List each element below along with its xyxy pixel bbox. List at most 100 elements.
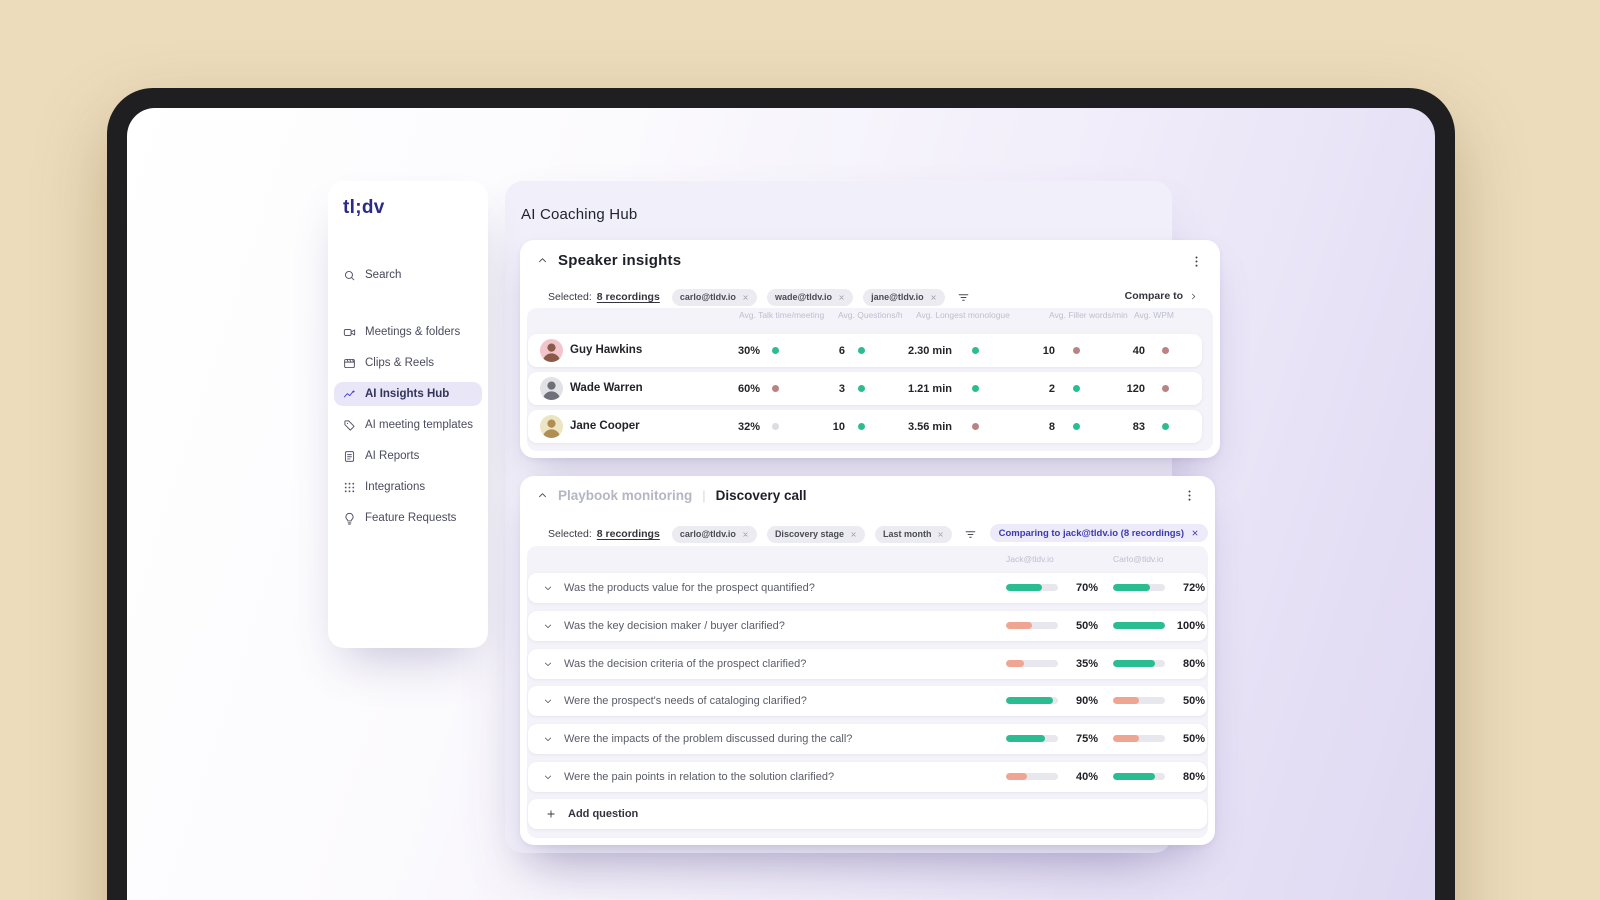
sidebar-item-feature-requests[interactable]: Feature Requests bbox=[334, 506, 482, 530]
sidebar-nav: Meetings & folders Clips & Reels AI Insigh… bbox=[334, 320, 482, 530]
sidebar-item-ai-meeting-templates[interactable]: AI meeting templates bbox=[334, 413, 482, 437]
metric-value: 30% bbox=[737, 344, 760, 357]
filter-icon[interactable] bbox=[957, 291, 970, 304]
chip-label: carlo@tldv.io bbox=[679, 292, 736, 302]
progress-percent: 50% bbox=[1182, 695, 1205, 707]
metric-value: 2.30 min bbox=[907, 344, 952, 357]
filter-chip-carlo-tldv-io[interactable]: carlo@tldv.io bbox=[671, 288, 757, 306]
filter-chip-wade-tldv-io[interactable]: wade@tldv.io bbox=[766, 288, 854, 306]
sidebar-item-meetings-folders[interactable]: Meetings & folders bbox=[334, 320, 482, 344]
playbook-question-row[interactable]: Were the pain points in relation to the … bbox=[528, 762, 1207, 792]
sidebar-item-label: Integrations bbox=[365, 481, 426, 493]
sidebar-item-ai-insights-hub[interactable]: AI Insights Hub bbox=[334, 382, 482, 406]
metric-value: 1.21 min bbox=[907, 382, 952, 395]
playbook-filter-chips: carlo@tldv.io Discovery stage Last month bbox=[671, 525, 953, 543]
selected-label: Selected: bbox=[548, 528, 592, 540]
kebab-menu-icon[interactable] bbox=[1182, 488, 1197, 503]
clapperboard-icon bbox=[343, 357, 356, 370]
progress-percent: 80% bbox=[1182, 771, 1205, 783]
search-button[interactable]: Search bbox=[334, 263, 482, 287]
speaker-name: Wade Warren bbox=[570, 382, 643, 394]
chip-label: Last month bbox=[882, 529, 932, 539]
filter-chip-last-month[interactable]: Last month bbox=[874, 525, 953, 543]
progress-track bbox=[1006, 773, 1058, 780]
metric-value: 120 bbox=[1126, 382, 1145, 395]
progress-track bbox=[1113, 773, 1165, 780]
speaker-name: Guy Hawkins bbox=[570, 344, 643, 356]
playbook-question-row[interactable]: Were the impacts of the problem discusse… bbox=[528, 724, 1207, 754]
close-icon[interactable] bbox=[742, 531, 749, 538]
selected-count-link[interactable]: 8 recordings bbox=[597, 291, 660, 303]
filter-chip-discovery-stage[interactable]: Discovery stage bbox=[766, 525, 865, 543]
metric-value: 3.56 min bbox=[907, 420, 952, 433]
metric-value: 6 bbox=[838, 344, 845, 357]
template-tag-icon bbox=[343, 419, 356, 432]
progress-percent: 50% bbox=[1182, 733, 1205, 745]
progress-track bbox=[1113, 584, 1165, 591]
compare-to-button[interactable]: Compare to bbox=[1125, 290, 1198, 302]
playbook-question-row[interactable]: Was the decision criteria of the prospec… bbox=[528, 649, 1207, 679]
close-icon[interactable] bbox=[1191, 529, 1199, 537]
sidebar-item-clips-reels[interactable]: Clips & Reels bbox=[334, 351, 482, 375]
playbook-question-row[interactable]: Were the prospect's needs of cataloging … bbox=[528, 686, 1207, 716]
metric-value: 40 bbox=[1132, 344, 1145, 357]
selected-count-link[interactable]: 8 recordings bbox=[597, 528, 660, 540]
close-icon[interactable] bbox=[838, 294, 845, 301]
close-icon[interactable] bbox=[937, 531, 944, 538]
chevron-down-icon[interactable] bbox=[543, 696, 553, 706]
sidebar-item-integrations[interactable]: Integrations bbox=[334, 475, 482, 499]
close-icon[interactable] bbox=[742, 294, 749, 301]
question-text: Was the decision criteria of the prospec… bbox=[564, 658, 807, 670]
column-header: Avg. Questions/h bbox=[838, 310, 903, 320]
status-dot-green bbox=[972, 347, 979, 354]
title-divider: | bbox=[702, 488, 706, 503]
status-dot-green bbox=[972, 385, 979, 392]
chevron-down-icon[interactable] bbox=[543, 621, 553, 631]
close-icon[interactable] bbox=[850, 531, 857, 538]
metric-value: 10 bbox=[832, 420, 845, 433]
lightbulb-icon bbox=[343, 512, 356, 525]
add-question-button[interactable]: Add question bbox=[528, 799, 1207, 829]
question-text: Was the key decision maker / buyer clari… bbox=[564, 620, 785, 632]
progress-percent: 72% bbox=[1182, 582, 1205, 594]
selected-recordings: Selected: 8 recordings bbox=[548, 291, 660, 303]
close-icon[interactable] bbox=[930, 294, 937, 301]
chevron-right-icon bbox=[1189, 292, 1198, 301]
status-dot-red bbox=[1162, 347, 1169, 354]
filter-chip-carlo-tldv-io[interactable]: carlo@tldv.io bbox=[671, 525, 757, 543]
avatar bbox=[540, 339, 563, 362]
playbook-title-muted: Playbook monitoring bbox=[558, 488, 693, 503]
sidebar-item-ai-reports[interactable]: AI Reports bbox=[334, 444, 482, 468]
collapse-chevron-up-icon[interactable] bbox=[537, 490, 548, 501]
filter-chip-jane-tldv-io[interactable]: jane@tldv.io bbox=[863, 288, 945, 306]
status-dot-green bbox=[858, 347, 865, 354]
collapse-chevron-up-icon[interactable] bbox=[537, 255, 548, 266]
chevron-down-icon[interactable] bbox=[543, 772, 553, 782]
speaker-row: Jane Cooper 32% 10 3.56 min 8 83 bbox=[528, 410, 1202, 443]
sidebar-item-label: AI Reports bbox=[365, 450, 420, 462]
metric-value: 32% bbox=[737, 420, 760, 433]
column-header: Avg. Longest monologue bbox=[916, 310, 1010, 320]
selected-recordings: Selected: 8 recordings bbox=[548, 528, 660, 540]
playbook-question-row[interactable]: Was the key decision maker / buyer clari… bbox=[528, 611, 1207, 641]
comparing-to-chip[interactable]: Comparing to jack@tldv.io (8 recordings) bbox=[989, 524, 1208, 542]
playbook-question-row[interactable]: Was the products value for the prospect … bbox=[528, 573, 1207, 603]
filter-icon[interactable] bbox=[964, 528, 977, 541]
speaker-filter-row: Selected: 8 recordings carlo@tldv.io wade… bbox=[548, 288, 970, 306]
progress-track bbox=[1113, 660, 1165, 667]
playbook-filter-row: Selected: 8 recordings carlo@tldv.io Disc… bbox=[548, 525, 977, 543]
kebab-menu-icon[interactable] bbox=[1189, 254, 1204, 269]
chevron-down-icon[interactable] bbox=[543, 659, 553, 669]
question-text: Were the prospect's needs of cataloging … bbox=[564, 695, 807, 707]
chevron-down-icon[interactable] bbox=[543, 734, 553, 744]
status-dot-gray bbox=[772, 423, 779, 430]
chip-label: Discovery stage bbox=[774, 529, 844, 539]
sidebar-item-label: AI meeting templates bbox=[365, 419, 474, 431]
progress-fill-salmon bbox=[1006, 773, 1027, 780]
speaker-insights-header: Speaker insights bbox=[537, 252, 681, 269]
chevron-down-icon[interactable] bbox=[543, 583, 553, 593]
progress-fill-green bbox=[1006, 735, 1045, 742]
comparing-to-label: Comparing to jack@tldv.io (8 recordings) bbox=[998, 527, 1184, 539]
progress-track bbox=[1006, 584, 1058, 591]
status-dot-green bbox=[1162, 423, 1169, 430]
